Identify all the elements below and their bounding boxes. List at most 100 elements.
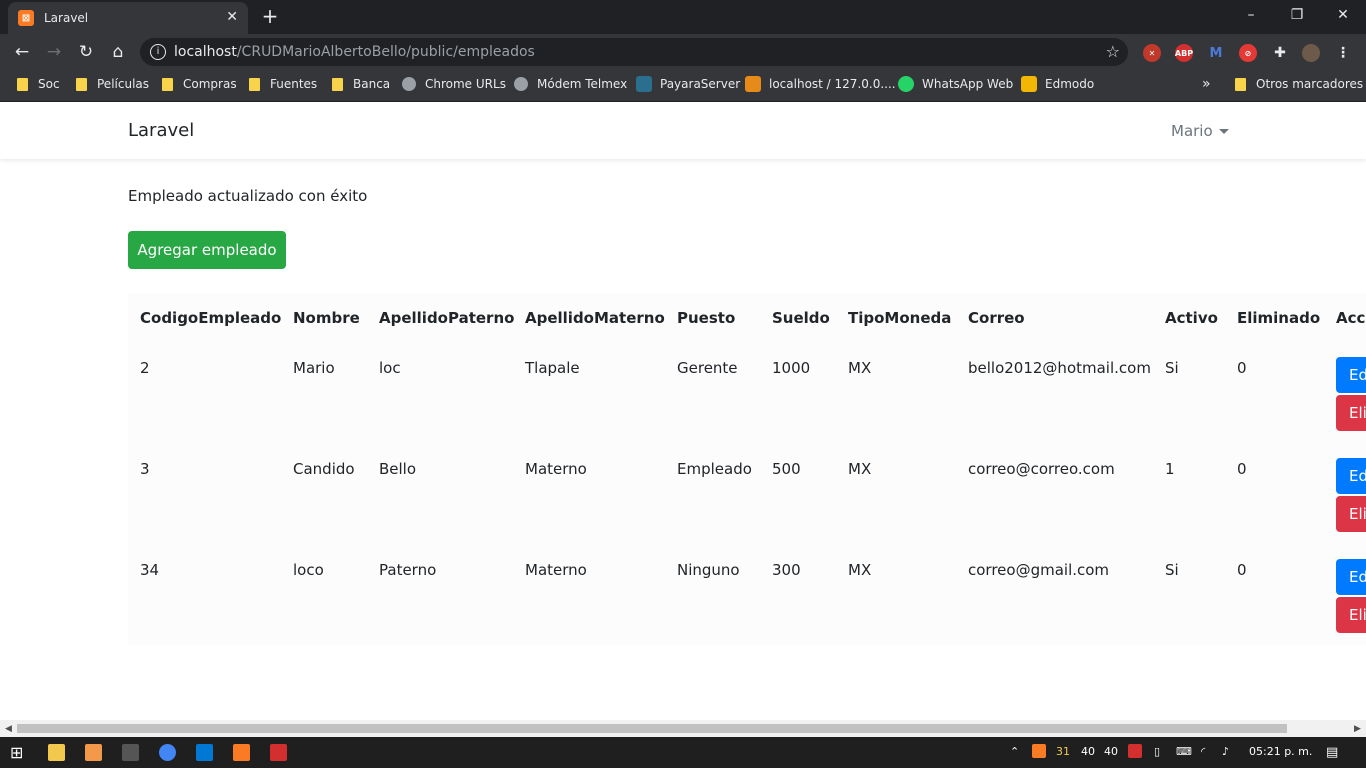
- forward-arrow-icon[interactable]: →: [42, 40, 66, 64]
- file-explorer-icon[interactable]: [48, 744, 65, 761]
- add-employee-button[interactable]: Agregar empleado: [128, 231, 286, 269]
- tab-title: Laravel: [44, 11, 89, 25]
- tray-count: 40: [1104, 745, 1118, 758]
- cell-apellido-materno: Materno: [525, 561, 587, 579]
- xampp-icon[interactable]: [233, 744, 250, 761]
- tray-overflow-chevron-icon[interactable]: ⌃: [1010, 745, 1019, 758]
- volume-icon[interactable]: ♪: [1222, 745, 1229, 758]
- usb-device-icon[interactable]: ▯: [1154, 745, 1160, 758]
- extension-block-icon[interactable]: ⊘: [1239, 44, 1257, 62]
- cell-activo: 1: [1165, 460, 1175, 478]
- cell-nombre: loco: [293, 561, 324, 579]
- delete-button[interactable]: Eli: [1336, 496, 1366, 532]
- navbar-brand[interactable]: Laravel: [128, 120, 194, 141]
- extension-m-icon[interactable]: M: [1207, 44, 1225, 62]
- bookmark-folder[interactable]: Fuentes: [249, 70, 317, 98]
- cell-puesto: Gerente: [677, 359, 738, 377]
- windows-taskbar: ⊞ ⌃ 31 40 40 ▯ ⌨ ◜ ♪ 05:21 p. m. ▤: [0, 737, 1366, 768]
- system-clock[interactable]: 05:21 p. m.: [1249, 745, 1312, 758]
- bookmark-star-icon[interactable]: ☆: [1106, 38, 1120, 66]
- media-player-icon[interactable]: [85, 744, 102, 761]
- table-row: 34 loco Paterno Materno Ninguno 300 MX c…: [128, 543, 1366, 644]
- tray-xampp-icon[interactable]: [1032, 744, 1046, 758]
- user-dropdown[interactable]: Mario: [1171, 122, 1229, 140]
- pdf-reader-icon[interactable]: [270, 744, 287, 761]
- close-window-button[interactable]: ✕: [1320, 0, 1366, 30]
- reload-icon[interactable]: ↻: [74, 40, 98, 64]
- bookmark-folder[interactable]: Banca: [332, 70, 390, 98]
- bookmark-link[interactable]: PayaraServer: [636, 70, 740, 98]
- flash-message: Empleado actualizado con éxito: [128, 187, 368, 205]
- folder-icon: [1235, 77, 1246, 91]
- edmodo-icon: [1021, 76, 1037, 92]
- cell-nombre: Mario: [293, 359, 335, 377]
- restore-button[interactable]: ❐: [1274, 0, 1320, 30]
- cell-nombre: Candido: [293, 460, 355, 478]
- cell-tipo-moneda: MX: [848, 460, 872, 478]
- cell-puesto: Empleado: [677, 460, 752, 478]
- other-bookmarks-folder[interactable]: Otros marcadores: [1235, 70, 1363, 98]
- edit-button[interactable]: Ed: [1336, 559, 1366, 595]
- bookmark-link[interactable]: Módem Telmex: [514, 70, 627, 98]
- xampp-favicon-icon: ⊠: [18, 10, 34, 26]
- delete-button[interactable]: Eli: [1336, 597, 1366, 633]
- caret-down-icon: [1218, 129, 1229, 134]
- site-info-icon[interactable]: i: [150, 44, 166, 60]
- cell-tipo-moneda: MX: [848, 561, 872, 579]
- action-center-icon[interactable]: ▤: [1326, 745, 1338, 760]
- bookmark-folder[interactable]: Soc: [17, 70, 60, 98]
- mcafee-shield-icon[interactable]: [1128, 744, 1142, 758]
- keyboard-language-icon[interactable]: ⌨: [1176, 745, 1192, 758]
- adblock-plus-icon[interactable]: ABP: [1175, 44, 1193, 62]
- cell-correo: bello2012@hotmail.com: [968, 359, 1151, 377]
- browser-tab[interactable]: ⊠ Laravel ✕: [8, 2, 248, 34]
- cell-correo: correo@correo.com: [968, 460, 1115, 478]
- whatsapp-icon: [898, 76, 914, 92]
- extensions-puzzle-icon[interactable]: ✚: [1271, 44, 1289, 62]
- bookmark-link[interactable]: Chrome URLs: [402, 70, 506, 98]
- delete-button[interactable]: Eli: [1336, 395, 1366, 431]
- column-header: Eliminado: [1237, 309, 1321, 327]
- minimize-button[interactable]: –: [1228, 0, 1274, 30]
- cell-codigo: 2: [140, 359, 150, 377]
- cell-puesto: Ninguno: [677, 561, 740, 579]
- address-bar[interactable]: i localhost/CRUDMarioAlbertoBello/public…: [140, 38, 1128, 66]
- cell-activo: Si: [1165, 561, 1179, 579]
- home-icon[interactable]: ⌂: [106, 40, 130, 64]
- back-arrow-icon[interactable]: ←: [10, 40, 34, 64]
- bookmark-link[interactable]: localhost / 127.0.0....: [745, 70, 896, 98]
- menu-kebab-icon[interactable]: ⋮: [1334, 44, 1352, 62]
- folder-icon: [76, 77, 87, 91]
- bookmarks-overflow-chevron-icon[interactable]: »: [1202, 70, 1211, 98]
- table-row: 2 Mario loc Tlapale Gerente 1000 MX bell…: [128, 341, 1366, 442]
- edit-button[interactable]: Ed: [1336, 357, 1366, 393]
- cell-apellido-paterno: Paterno: [379, 561, 437, 579]
- video-editor-icon[interactable]: [122, 744, 139, 761]
- folder-icon: [332, 77, 343, 91]
- cell-codigo: 34: [140, 561, 160, 579]
- extension-red-icon[interactable]: ✕: [1143, 44, 1161, 62]
- bookmark-link[interactable]: Edmodo: [1021, 70, 1094, 98]
- bookmark-folder[interactable]: Películas: [76, 70, 149, 98]
- column-header: TipoMoneda: [848, 309, 952, 327]
- table-row: 3 Candido Bello Materno Empleado 500 MX …: [128, 442, 1366, 543]
- profile-avatar[interactable]: [1302, 44, 1320, 62]
- tab-close-icon[interactable]: ✕: [226, 9, 238, 25]
- bookmark-link[interactable]: WhatsApp Web: [898, 70, 1013, 98]
- cell-sueldo: 500: [772, 460, 801, 478]
- globe-icon: [402, 77, 416, 91]
- vscode-icon[interactable]: [196, 744, 213, 761]
- cell-apellido-materno: Materno: [525, 460, 587, 478]
- wifi-icon[interactable]: ◜: [1201, 745, 1205, 758]
- bookmark-folder[interactable]: Compras: [162, 70, 237, 98]
- scroll-left-arrow-icon[interactable]: ◀: [5, 724, 12, 734]
- page-viewport: Laravel Mario Empleado actualizado con é…: [0, 103, 1366, 720]
- scrollbar-thumb[interactable]: [17, 724, 1287, 733]
- new-tab-button[interactable]: +: [258, 4, 282, 28]
- chrome-icon[interactable]: [159, 744, 176, 761]
- scroll-right-arrow-icon[interactable]: ▶: [1354, 724, 1361, 734]
- windows-start-icon[interactable]: ⊞: [10, 744, 27, 761]
- edit-button[interactable]: Ed: [1336, 458, 1366, 494]
- horizontal-scrollbar[interactable]: ◀ ▶: [0, 720, 1366, 737]
- column-header: ApellidoMaterno: [525, 309, 665, 327]
